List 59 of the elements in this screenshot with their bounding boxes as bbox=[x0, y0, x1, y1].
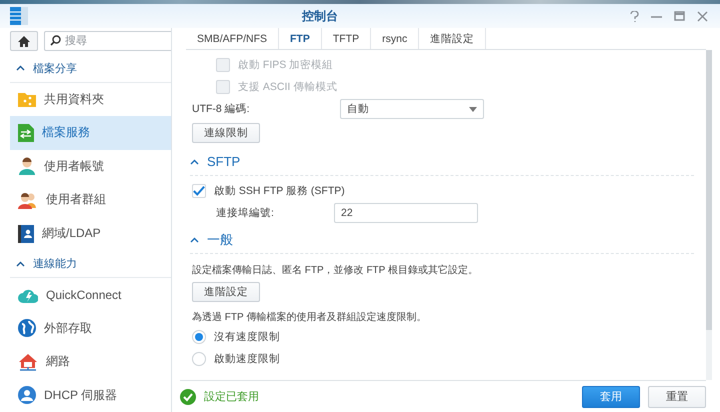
checkbox-label: 啟動 FIPS 加密模組 bbox=[238, 58, 334, 72]
sidebar-item[interactable]: 檔案服務 bbox=[10, 116, 171, 150]
reset-button[interactable]: 重置 bbox=[648, 386, 706, 408]
radio-label: 沒有速度限制 bbox=[214, 330, 280, 344]
section-header[interactable]: 檔案分享 bbox=[10, 55, 171, 83]
search-icon bbox=[50, 35, 61, 46]
shared-folder-icon bbox=[18, 91, 36, 108]
home-icon bbox=[18, 36, 30, 46]
user-icon bbox=[18, 157, 36, 176]
checkbox-label: 支援 ASCII 傳輸模式 bbox=[238, 80, 338, 94]
sidebar-item[interactable]: QuickConnect bbox=[10, 278, 171, 312]
field-label: UTF-8 編碼: bbox=[192, 102, 251, 116]
sidebar-item[interactable]: 使用者帳號 bbox=[10, 150, 171, 184]
section-header[interactable]: 連線能力 bbox=[10, 250, 171, 278]
radio-label: 啟動速度限制 bbox=[214, 352, 280, 366]
search-field[interactable]: 搜尋 bbox=[44, 31, 171, 51]
action-button[interactable]: 進階設定 bbox=[192, 282, 260, 302]
sidebar-item[interactable]: 網域/LDAP bbox=[10, 216, 171, 250]
description-text: 設定檔案傳輸日誌、匿名 FTP，並修改 FTP 根目錄或其它設定。 bbox=[192, 264, 479, 277]
status-text: 設定已套用 bbox=[204, 390, 259, 404]
field-label: 連接埠編號: bbox=[216, 206, 275, 220]
check-circle-icon bbox=[180, 388, 196, 404]
help-icon[interactable] bbox=[630, 10, 639, 22]
sidebar-item[interactable]: 外部存取 bbox=[10, 311, 171, 345]
sidebar-item[interactable]: 使用者群組 bbox=[10, 183, 171, 217]
radio-button[interactable] bbox=[192, 352, 206, 366]
app-logo-icon bbox=[10, 7, 28, 25]
description-text: 為透過 FTP 傳輸檔案的使用者及群組設定速度限制。 bbox=[192, 310, 428, 324]
home-button[interactable] bbox=[10, 31, 38, 51]
action-button[interactable]: 連線限制 bbox=[192, 123, 260, 143]
sidebar-item[interactable]: 共用資料夾 bbox=[10, 82, 171, 116]
checkbox-label: 啟動 SSH FTP 服務 (SFTP) bbox=[214, 184, 345, 198]
caret-icon bbox=[469, 106, 477, 112]
sidebar-item[interactable]: 網路 bbox=[10, 344, 171, 378]
checkmark-icon bbox=[193, 185, 205, 197]
close-icon[interactable] bbox=[697, 10, 708, 22]
tab[interactable]: FTP bbox=[279, 28, 322, 49]
maximize-icon[interactable] bbox=[674, 10, 685, 22]
scrollbar-thumb[interactable] bbox=[706, 50, 712, 330]
directory-book-icon bbox=[18, 224, 34, 243]
file-transfer-icon bbox=[18, 124, 34, 142]
tab[interactable]: SMB/AFP/NFS bbox=[186, 28, 280, 49]
globe-icon bbox=[18, 319, 36, 338]
house-network-icon bbox=[18, 352, 38, 371]
sidebar-item[interactable]: DHCP 伺服器 bbox=[10, 378, 171, 412]
server-user-icon bbox=[18, 386, 36, 404]
section-header[interactable]: 一般 bbox=[190, 226, 694, 254]
chevron-icon bbox=[16, 65, 25, 72]
tab[interactable]: TFTP bbox=[322, 28, 372, 49]
tab[interactable]: 進階設定 bbox=[419, 28, 486, 49]
radio-button[interactable] bbox=[192, 330, 206, 344]
checkbox[interactable] bbox=[192, 184, 206, 198]
input-field[interactable]: 22 bbox=[334, 203, 478, 223]
user-group-icon bbox=[18, 190, 38, 209]
chevron-icon bbox=[16, 260, 25, 267]
tab[interactable]: rsync bbox=[371, 28, 420, 49]
window-title: 控制台 bbox=[300, 8, 339, 24]
section-header[interactable]: SFTP bbox=[190, 148, 694, 176]
dropdown[interactable]: 自動 bbox=[340, 99, 484, 119]
